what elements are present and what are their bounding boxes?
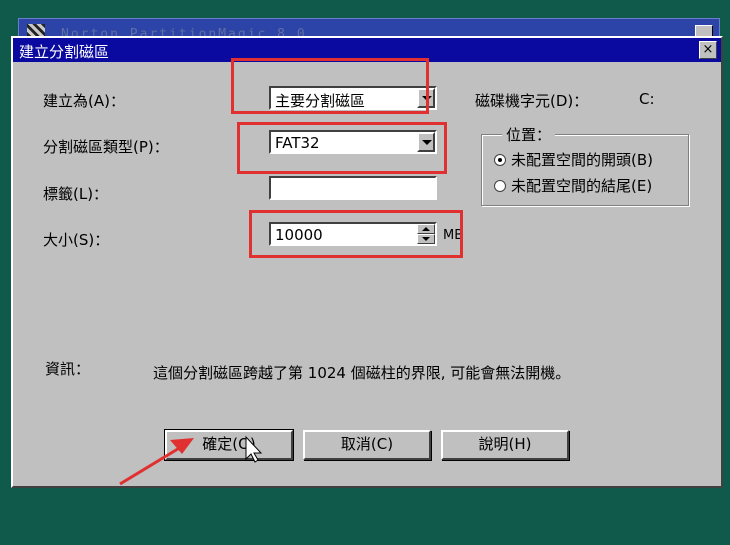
annotation-arrow-icon [119,435,263,486]
mouse-cursor-icon [245,435,263,463]
